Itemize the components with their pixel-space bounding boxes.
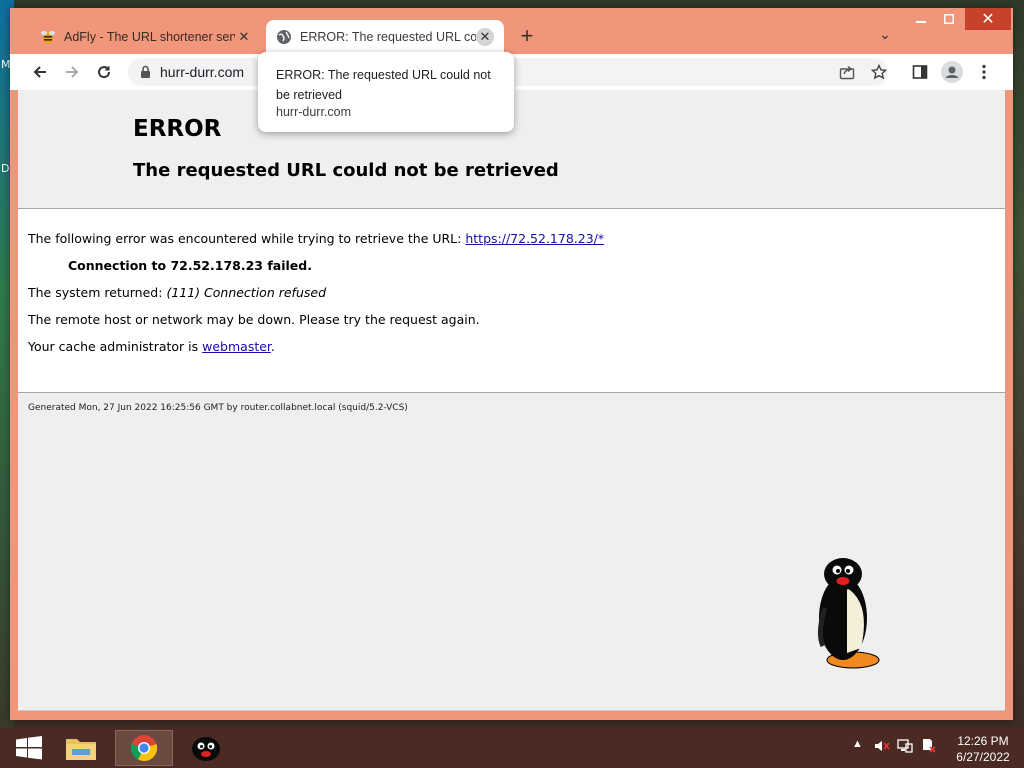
bookmark-star-icon[interactable] [865, 58, 893, 86]
page-content: ERROR The requested URL could not be ret… [18, 90, 1005, 711]
network-icon[interactable] [897, 738, 913, 757]
window-close-button[interactable]: ✕ [965, 8, 1011, 30]
system-returned-value: (111) Connection refused [166, 285, 327, 300]
error-detail: Connection to 72.52.178.23 failed. [68, 258, 312, 273]
reload-icon[interactable] [90, 58, 118, 86]
clock-time: 12:26 PM [957, 734, 1009, 748]
profile-avatar-icon[interactable] [938, 58, 966, 86]
chevron-up-icon[interactable]: ▲ [852, 738, 863, 750]
start-button[interactable] [0, 730, 58, 766]
tab-title: ERROR: The requested URL could [300, 30, 476, 44]
new-tab-button[interactable]: + [515, 25, 539, 49]
share-icon[interactable] [833, 58, 861, 86]
forward-arrow-icon[interactable] [58, 58, 86, 86]
page-subtitle: The requested URL could not be retrieved [133, 160, 559, 181]
tab-title: AdFly - The URL shortener servic [64, 30, 235, 44]
cache-admin-suffix: . [270, 339, 275, 354]
url-text[interactable]: hurr-durr.com [160, 64, 244, 80]
close-icon[interactable]: ✕ [235, 28, 253, 46]
error-url-prefix: The following error was encountered whil… [28, 231, 462, 246]
action-center-icon[interactable] [921, 738, 937, 757]
back-arrow-icon[interactable] [26, 58, 54, 86]
lock-icon[interactable] [140, 65, 151, 84]
remote-host-message: The remote host or network may be down. … [28, 312, 480, 327]
clock-date: 6/27/2022 [956, 750, 1010, 764]
minimize-button[interactable] [908, 8, 934, 30]
side-panel-icon[interactable] [906, 58, 934, 86]
adfly-favicon-icon [40, 29, 56, 45]
generated-info: Generated Mon, 27 Jun 2022 16:25:56 GMT … [28, 403, 408, 413]
maximize-button[interactable] [936, 8, 962, 30]
taskbar: ▲ 12:26 PM 6/27/2022 [0, 728, 1024, 768]
cache-admin-line: Your cache administrator is webmaster. [28, 339, 275, 354]
error-url-line: The following error was encountered whil… [28, 231, 604, 246]
kebab-menu-icon[interactable] [970, 58, 998, 86]
chrome-icon[interactable] [115, 730, 173, 766]
system-clock[interactable]: 12:26 PM 6/27/2022 [944, 733, 1022, 765]
chevron-down-icon[interactable]: ⌄ [875, 26, 895, 46]
system-returned-line: The system returned: (111) Connection re… [28, 285, 326, 300]
file-explorer-icon[interactable] [52, 730, 110, 766]
page-title: ERROR [133, 116, 222, 142]
pingu-penguin-image [803, 548, 893, 678]
tab-strip: AdFly - The URL shortener servic ✕ ERROR… [10, 8, 1013, 54]
error-url-link[interactable]: https://72.52.178.23/* [465, 231, 604, 246]
globe-icon [276, 29, 292, 45]
tooltip-title: ERROR: The requested URL could not be re… [276, 68, 491, 102]
tab-hover-tooltip: ERROR: The requested URL could not be re… [258, 52, 514, 132]
cache-admin-prefix: Your cache administrator is [28, 339, 199, 354]
tab-error[interactable]: ERROR: The requested URL could ✕ [266, 20, 504, 54]
close-icon[interactable]: ✕ [476, 28, 494, 46]
system-returned-prefix: The system returned: [28, 285, 163, 300]
webmaster-link[interactable]: webmaster [202, 339, 271, 354]
pingu-app-icon[interactable] [177, 730, 235, 766]
tooltip-url: hurr-durr.com [276, 105, 352, 119]
tab-adfly[interactable]: AdFly - The URL shortener servic ✕ [30, 20, 263, 54]
volume-muted-icon[interactable] [874, 738, 890, 757]
desktop-icon-label[interactable]: D [1, 162, 9, 175]
